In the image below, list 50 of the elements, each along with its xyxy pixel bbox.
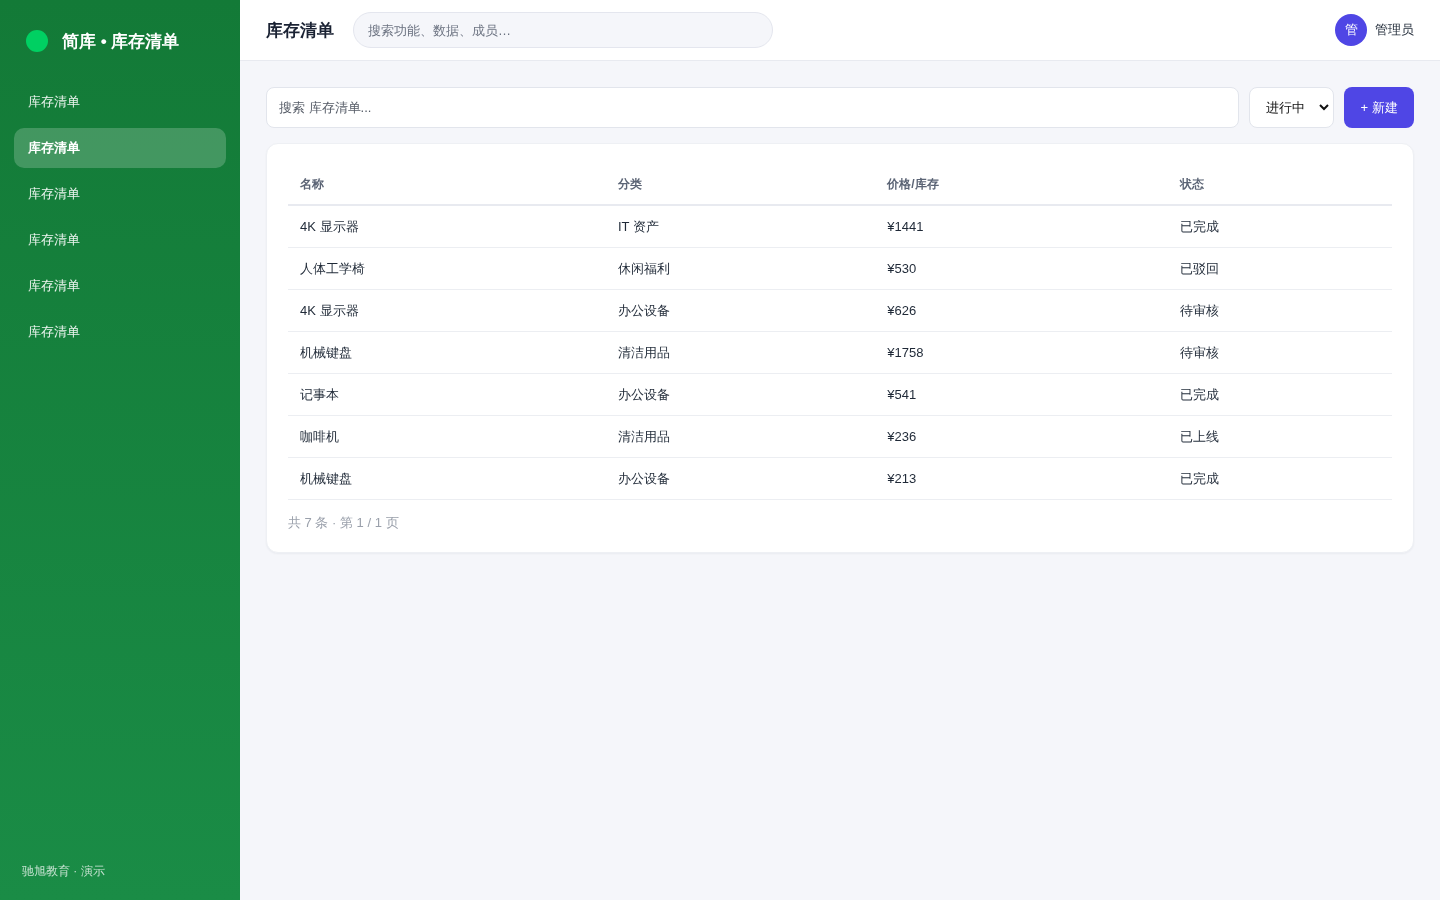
logo-dot-icon [26,30,48,52]
table-cell: 已完成 [1179,386,1219,402]
table-cell: ¥236 [887,429,917,444]
table-cell: 已完成 [1179,218,1219,234]
new-button[interactable]: + 新建 [1344,87,1414,128]
nav-item[interactable]: 库存清单 [14,128,226,168]
table-cell: 待审核 [1179,344,1219,360]
table-cell: ¥626 [887,303,917,318]
list-search-field[interactable]: 搜索 库存清单... [266,87,1239,128]
column-header: 分类 [617,176,642,191]
table-cell: 已完成 [1179,470,1219,486]
nav-item[interactable]: 库存清单 [14,266,226,306]
brand-title: 简库 • 库存清单 [62,30,180,53]
table-cell: 休闲福利 [617,260,670,276]
table-cell: 清洁用品 [617,344,670,360]
table-cell: 待审核 [1179,302,1219,318]
nav-item[interactable]: 库存清单 [14,220,226,260]
column-header: 状态 [1179,176,1204,191]
pagination-text: 共 7 条 · 第 1 / 1 页 [288,514,400,532]
table-cell: 4K 显示器 [300,302,359,318]
table-cell: 记事本 [300,386,339,402]
table-cell: 已驳回 [1179,260,1219,276]
table-cell: 办公设备 [617,470,670,486]
table-cell: ¥1758 [887,345,924,360]
table-cell: 人体工学椅 [300,260,365,276]
table-cell: 办公设备 [617,386,670,402]
table-cell: 清洁用品 [617,428,670,444]
table-cell: 已上线 [1179,428,1219,444]
sidebar-footer-text: 驰旭教育 · 演示 [21,863,105,880]
status-filter-select[interactable]: 进行中 [1249,87,1334,128]
user-avatar[interactable]: 管 [1335,14,1367,46]
table-cell: ¥530 [887,261,917,276]
table-cell: ¥1441 [887,219,924,234]
table-cell: ¥541 [887,387,917,402]
table-cell: 机械键盘 [300,470,352,486]
nav-item[interactable]: 库存清单 [14,82,226,122]
global-search-field[interactable]: 搜索功能、数据、成员… [353,12,773,48]
table-cell: 咖啡机 [300,428,339,444]
chevron-down-icon [1319,104,1329,111]
nav-item[interactable]: 库存清单 [14,312,226,352]
nav-item[interactable]: 库存清单 [14,174,226,214]
user-name: 管理员 [1375,21,1414,39]
table-cell: IT 资产 [617,218,659,234]
table-cell: 机械键盘 [300,344,352,360]
table-cell: 办公设备 [617,302,670,318]
table-cell: 4K 显示器 [300,218,359,234]
column-header: 名称 [300,176,324,191]
page-title: 库存清单 [266,19,334,42]
column-header: 价格/库存 [887,176,939,191]
table-cell: ¥213 [887,471,917,486]
